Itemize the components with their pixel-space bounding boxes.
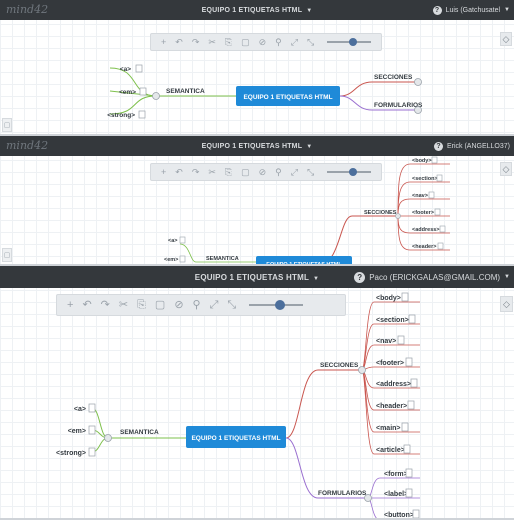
node-form[interactable]: <form> bbox=[384, 471, 408, 478]
link-formularios bbox=[285, 437, 368, 499]
node-a[interactable]: <a> bbox=[74, 406, 86, 413]
mind-map-canvas: <body> <section> <nav> <footer> <address… bbox=[164, 156, 450, 266]
link-body bbox=[397, 163, 450, 217]
root-node-label: EQUIPO 1 ETIQUETAS HTML bbox=[243, 94, 332, 101]
note-icon[interactable] bbox=[139, 87, 147, 96]
mind-map-canvas: <a> <em> <strong> SEMANTICA EQUIPO 1 ETI… bbox=[107, 64, 423, 119]
node-article[interactable]: <article> bbox=[376, 447, 405, 454]
note-icon[interactable] bbox=[436, 174, 443, 182]
node-semantica[interactable]: SEMANTICA bbox=[120, 429, 159, 436]
expand-toggle[interactable] bbox=[414, 106, 422, 114]
node-formularios[interactable]: FORMULARIOS bbox=[318, 490, 367, 497]
note-icon[interactable] bbox=[88, 403, 96, 413]
node-section[interactable]: <section> bbox=[376, 317, 409, 324]
note-icon[interactable] bbox=[410, 378, 418, 388]
node-semantica[interactable]: SEMANTICA bbox=[166, 88, 205, 95]
collapse-toggle[interactable] bbox=[152, 92, 160, 100]
node-address[interactable]: <address> bbox=[412, 227, 440, 233]
node-header[interactable]: <header> bbox=[376, 403, 407, 410]
collapse-toggle[interactable] bbox=[358, 366, 366, 374]
collapse-toggle[interactable] bbox=[395, 213, 401, 219]
link-secciones bbox=[339, 81, 418, 97]
note-icon[interactable] bbox=[88, 425, 96, 435]
collapse-toggle[interactable] bbox=[104, 434, 112, 442]
node-em[interactable]: <em> bbox=[119, 89, 136, 96]
node-label[interactable]: <label> bbox=[384, 491, 408, 498]
note-icon[interactable] bbox=[401, 292, 409, 302]
node-section[interactable]: <section> bbox=[412, 176, 438, 182]
stacked-screenshots: mind42 EQUIPO 1 ETIQUETAS HTML ▼ ? Luis (… bbox=[0, 0, 514, 520]
node-main[interactable]: <main> bbox=[376, 425, 401, 432]
note-icon[interactable] bbox=[403, 444, 411, 454]
node-nav[interactable]: <nav> bbox=[376, 338, 396, 345]
node-header[interactable]: <header> bbox=[412, 244, 436, 250]
panel-paco: EQUIPO 1 ETIQUETAS HTML ▼ ? Paco (ERICKGA… bbox=[0, 266, 514, 520]
node-button[interactable]: <button> bbox=[384, 512, 414, 519]
node-body[interactable]: <body> bbox=[412, 158, 432, 164]
node-secciones[interactable]: SECCIONES bbox=[374, 74, 413, 81]
node-footer[interactable]: <footer> bbox=[412, 210, 434, 216]
root-node[interactable] bbox=[256, 256, 352, 266]
note-icon[interactable] bbox=[428, 191, 435, 199]
note-icon[interactable] bbox=[407, 400, 415, 410]
note-icon[interactable] bbox=[437, 242, 444, 250]
node-em[interactable]: <em> bbox=[68, 428, 86, 435]
note-icon[interactable] bbox=[405, 488, 413, 498]
expand-toggle[interactable] bbox=[414, 78, 422, 86]
note-icon[interactable] bbox=[401, 422, 409, 432]
node-address[interactable]: <address> bbox=[376, 381, 411, 388]
node-strong[interactable]: <strong> bbox=[107, 112, 135, 119]
node-semantica[interactable]: SEMANTICA bbox=[206, 256, 239, 262]
note-icon[interactable] bbox=[405, 357, 413, 367]
note-icon[interactable] bbox=[397, 335, 405, 345]
node-footer[interactable]: <footer> bbox=[376, 360, 404, 367]
note-icon[interactable] bbox=[431, 156, 438, 164]
panel-erick: mind42 EQUIPO 1 ETIQUETAS HTML ▼ ? Erick … bbox=[0, 136, 514, 266]
node-em[interactable]: <em> bbox=[164, 257, 178, 263]
node-body[interactable]: <body> bbox=[376, 295, 401, 302]
note-icon[interactable] bbox=[179, 255, 186, 263]
note-icon[interactable] bbox=[179, 236, 186, 244]
node-strong[interactable]: <strong> bbox=[56, 450, 86, 457]
note-icon[interactable] bbox=[405, 468, 413, 478]
mind-map-canvas: <a> <em> <strong> SEMANTICA EQUIPO 1 ETI… bbox=[56, 292, 420, 519]
note-icon[interactable] bbox=[439, 225, 446, 233]
root-node-label: EQUIPO 1 ETIQUETAS HTML bbox=[191, 435, 280, 442]
link-footer bbox=[361, 366, 420, 371]
panel-luis: mind42 EQUIPO 1 ETIQUETAS HTML ▼ ? Luis (… bbox=[0, 0, 514, 136]
note-icon[interactable] bbox=[434, 208, 441, 216]
node-a[interactable]: <a> bbox=[168, 238, 177, 244]
collapse-toggle[interactable] bbox=[364, 494, 372, 502]
link-secciones bbox=[285, 369, 362, 439]
node-nav[interactable]: <nav> bbox=[412, 193, 428, 199]
note-icon[interactable] bbox=[408, 314, 416, 324]
note-icon[interactable] bbox=[88, 447, 96, 457]
node-a[interactable]: <a> bbox=[120, 66, 131, 73]
node-secciones[interactable]: SECCIONES bbox=[364, 210, 397, 216]
node-secciones[interactable]: SECCIONES bbox=[320, 362, 359, 369]
note-icon[interactable] bbox=[138, 110, 146, 119]
note-icon[interactable] bbox=[135, 64, 143, 73]
note-icon[interactable] bbox=[412, 509, 420, 518]
